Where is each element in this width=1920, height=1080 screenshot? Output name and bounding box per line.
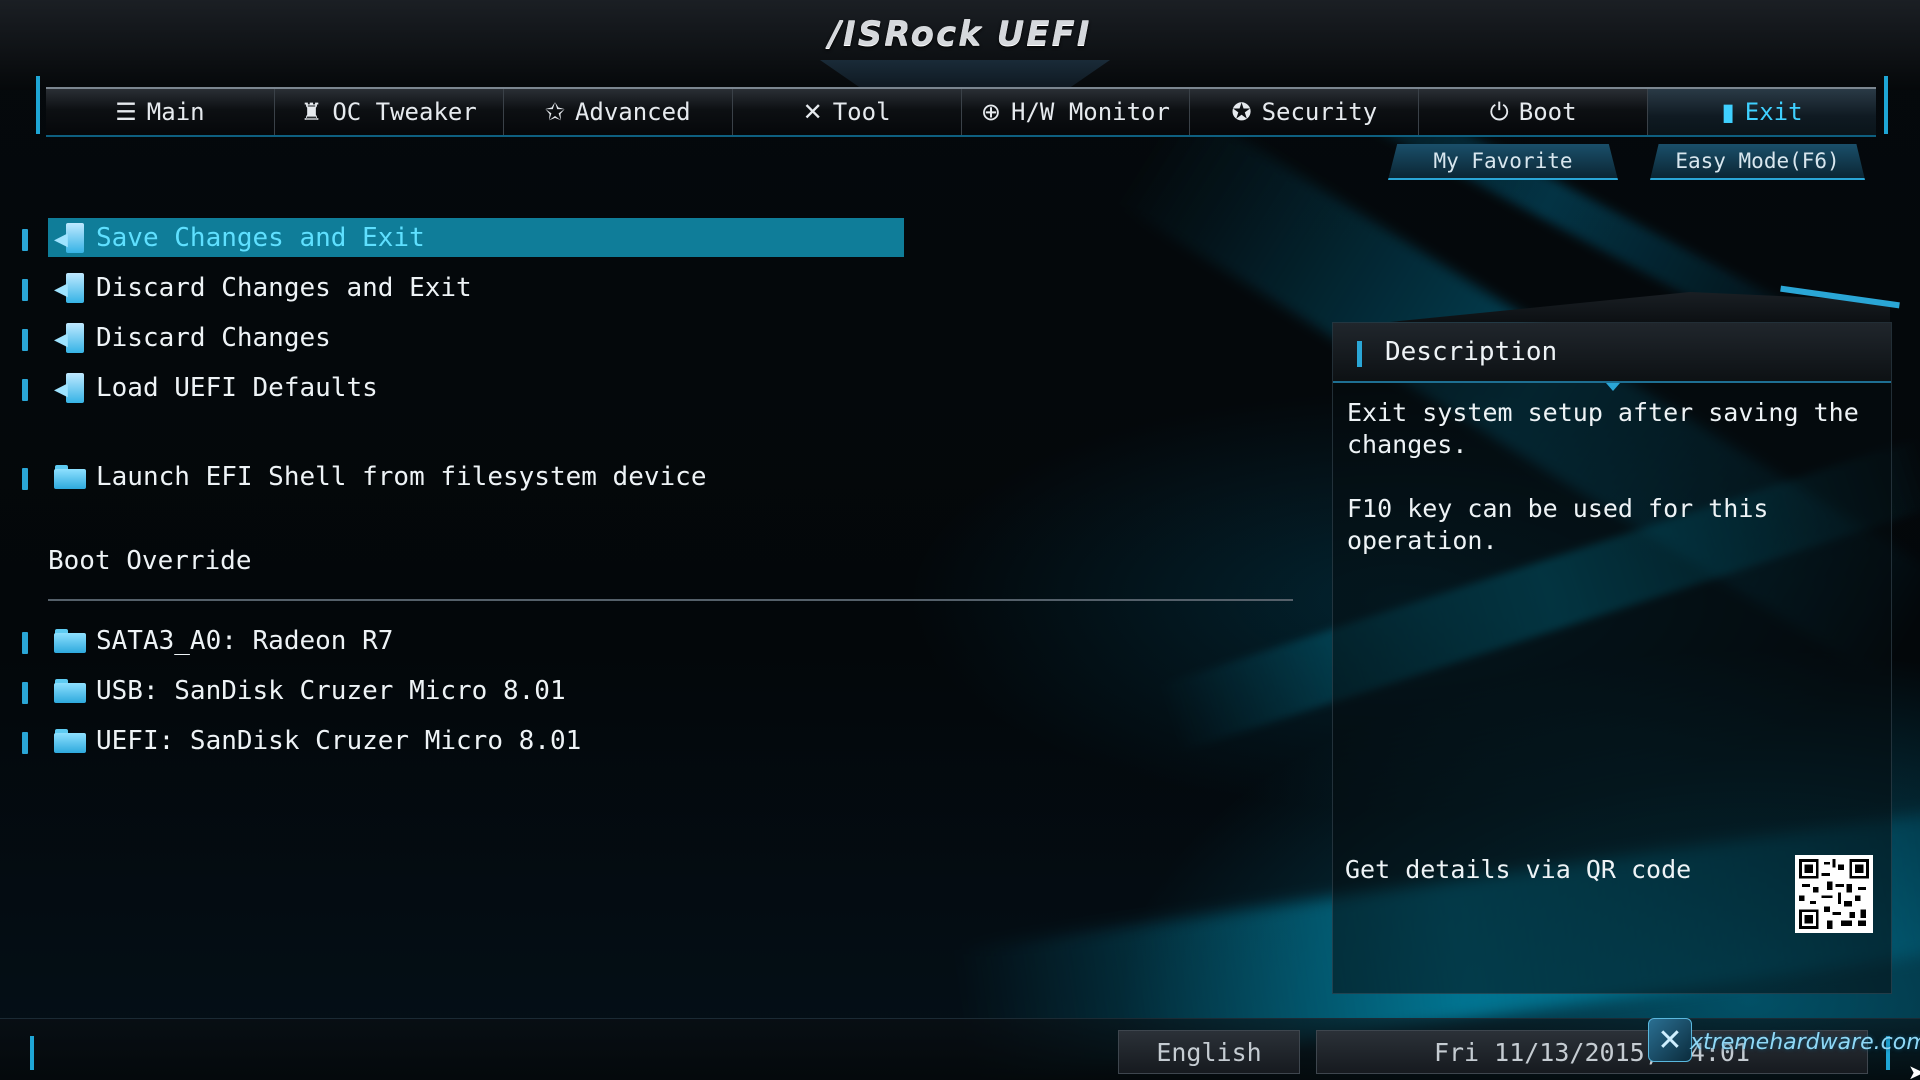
mouse-cursor-icon: ➤ xyxy=(1908,1060,1920,1080)
save-changes-and-exit[interactable]: ◀ Save Changes and Exit xyxy=(48,218,904,257)
exit-door-icon: ▮ xyxy=(1721,98,1735,126)
star-icon: ✩ xyxy=(544,98,565,126)
pointer-icon xyxy=(1606,383,1620,391)
discard-changes[interactable]: ◀ Discard Changes xyxy=(48,318,904,357)
row-marker xyxy=(22,229,28,251)
description-text: Exit system setup after saving the xyxy=(1347,398,1859,427)
row-marker xyxy=(22,379,28,401)
language-button[interactable]: English xyxy=(1118,1030,1300,1074)
tab-rail-left xyxy=(36,76,40,134)
header-marker xyxy=(1357,341,1362,367)
discard-changes-and-exit[interactable]: ◀ Discard Changes and Exit xyxy=(48,268,904,307)
crosshair-icon: ⊕ xyxy=(980,98,1002,126)
description-text: changes. xyxy=(1347,430,1468,459)
header-bar: /ISRock UEFI xyxy=(0,0,1920,100)
section-divider xyxy=(48,599,1293,601)
exit-icon: ◀ xyxy=(54,322,86,353)
tab-label: Tool xyxy=(832,98,891,126)
exit-icon: ◀ xyxy=(54,272,86,303)
folder-icon xyxy=(54,628,86,653)
tab-label: Exit xyxy=(1744,98,1803,126)
tab-bar: ☰ Main ♜ OC Tweaker ✩ Advanced ✕ Tool ⊕ … xyxy=(46,87,1876,137)
tab-boot[interactable]: ⏻ Boot xyxy=(1419,89,1649,135)
shield-icon: ✪ xyxy=(1231,98,1252,126)
tab-label: Main xyxy=(146,98,205,126)
row-marker xyxy=(22,279,28,301)
tab-label: OC Tweaker xyxy=(332,98,477,126)
launch-efi-shell[interactable]: Launch EFI Shell from filesystem device xyxy=(48,457,904,496)
description-panel: Description Exit system setup after savi… xyxy=(1332,322,1892,994)
tools-icon: ✕ xyxy=(802,98,823,126)
uefi-screen: /ISRock UEFI ☰ Main ♜ OC Tweaker ✩ Advan… xyxy=(0,0,1920,1080)
tab-main[interactable]: ☰ Main xyxy=(46,89,275,135)
folder-icon xyxy=(54,728,86,753)
tab-security[interactable]: ✪ Security xyxy=(1190,89,1420,135)
boot-device-uefi[interactable]: UEFI: SanDisk Cruzer Micro 8.01 xyxy=(48,721,904,760)
qr-label: Get details via QR code xyxy=(1345,855,1692,884)
watermark-text: xtremehardware.com xyxy=(1690,1030,1920,1055)
boot-device-label: UEFI: SanDisk Cruzer Micro 8.01 xyxy=(96,725,582,756)
description-header: Description xyxy=(1333,323,1891,383)
row-marker xyxy=(22,468,28,490)
row-marker xyxy=(22,329,28,351)
tab-tool[interactable]: ✕ Tool xyxy=(733,89,962,135)
menu-item-label: Discard Changes xyxy=(96,322,331,353)
qr-code-icon xyxy=(1795,855,1873,933)
row-marker xyxy=(22,632,28,654)
tab-label: Advanced xyxy=(574,98,691,126)
description-title: Description xyxy=(1385,337,1558,367)
boot-device-label: USB: SanDisk Cruzer Micro 8.01 xyxy=(96,675,566,706)
folder-icon xyxy=(54,464,86,489)
menu-item-label: Launch EFI Shell from filesystem device xyxy=(96,461,707,492)
list-icon: ☰ xyxy=(115,98,137,126)
tab-label: Security xyxy=(1261,98,1378,126)
tab-exit[interactable]: ▮ Exit xyxy=(1648,89,1876,135)
tab-rail-right xyxy=(1884,76,1888,134)
row-marker xyxy=(22,682,28,704)
tab-advanced[interactable]: ✩ Advanced xyxy=(504,89,733,135)
menu-item-label: Save Changes and Exit xyxy=(96,222,425,253)
tab-hw-monitor[interactable]: ⊕ H/W Monitor xyxy=(962,89,1191,135)
menu-item-label: Discard Changes and Exit xyxy=(96,272,472,303)
power-icon: ⏻ xyxy=(1489,98,1509,126)
tab-label: Boot xyxy=(1518,98,1577,126)
footer-rail-left xyxy=(30,1036,34,1070)
easy-mode-button[interactable]: Easy Mode(F6) xyxy=(1650,144,1865,180)
watermark-logo-icon: ✕ xyxy=(1648,1018,1692,1062)
folder-icon xyxy=(54,678,86,703)
boot-device-label: SATA3_A0: Radeon R7 xyxy=(96,625,394,656)
description-hint: F10 key can be used for this operation. xyxy=(1347,494,1769,555)
boot-override-heading: Boot Override xyxy=(48,546,252,576)
boot-device-sata[interactable]: SATA3_A0: Radeon R7 xyxy=(48,621,904,660)
menu-item-label: Load UEFI Defaults xyxy=(96,372,378,403)
load-uefi-defaults[interactable]: ◀ Load UEFI Defaults xyxy=(48,368,904,407)
rocket-icon: ♜ xyxy=(300,98,323,126)
my-favorite-button[interactable]: My Favorite xyxy=(1388,144,1618,180)
row-marker xyxy=(22,732,28,754)
tab-label: H/W Monitor xyxy=(1011,98,1170,126)
brand-logo: /ISRock UEFI xyxy=(828,14,1092,54)
exit-icon: ◀ xyxy=(54,372,86,403)
boot-device-usb[interactable]: USB: SanDisk Cruzer Micro 8.01 xyxy=(48,671,904,710)
tab-oc-tweaker[interactable]: ♜ OC Tweaker xyxy=(275,89,504,135)
exit-icon: ◀ xyxy=(54,222,86,253)
